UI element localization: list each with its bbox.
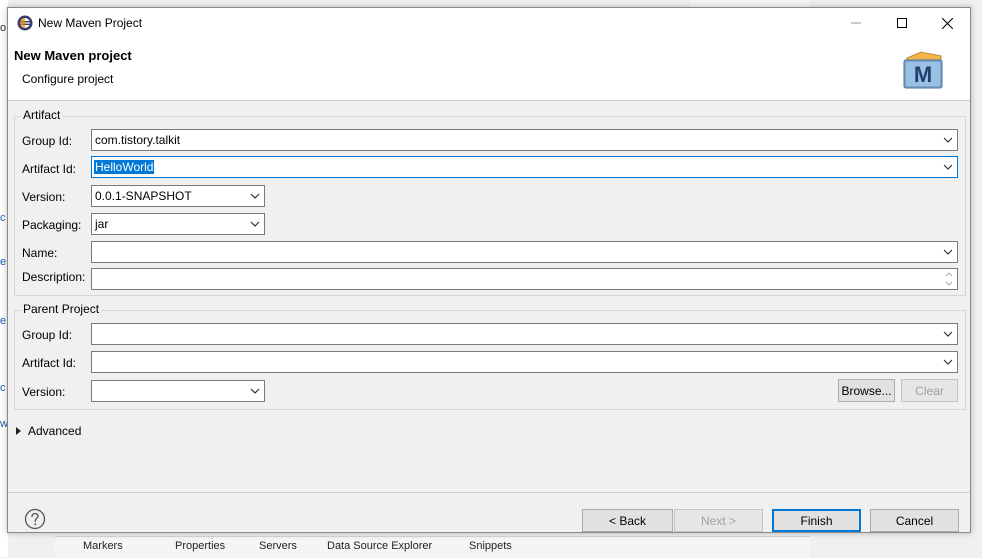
artifact-id-combo[interactable]: HelloWorld — [91, 156, 958, 178]
parent-group-id-combo[interactable] — [91, 323, 958, 345]
help-icon[interactable] — [24, 508, 46, 530]
chevron-down-icon — [943, 164, 953, 170]
advanced-expander[interactable]: Advanced — [16, 424, 81, 438]
background-link-fragment: e — [0, 256, 7, 268]
version-combo[interactable]: 0.0.1-SNAPSHOT — [91, 185, 265, 207]
new-maven-project-dialog: New Maven Project New Maven project Conf… — [7, 7, 971, 533]
close-button[interactable] — [924, 8, 970, 38]
artifact-group-id-value: com.tistory.talkit — [95, 133, 181, 147]
chevron-down-icon — [943, 249, 953, 255]
parent-artifact-id-combo[interactable] — [91, 351, 958, 373]
parent-artifact-id-label: Artifact Id: — [22, 356, 77, 370]
background-tab-markers: Markers — [83, 540, 123, 552]
packaging-label: Packaging: — [22, 218, 82, 232]
eclipse-icon — [17, 15, 33, 31]
background-tab-snippets: Snippets — [469, 540, 512, 552]
background-tab-data-source-explorer: Data Source Explorer — [327, 540, 433, 552]
background-link-fragment: e — [0, 315, 7, 327]
parent-version-label: Version: — [22, 385, 66, 399]
chevron-down-icon — [250, 388, 260, 394]
background-view-tabs: Markers Properties Servers Data Source E… — [55, 536, 810, 558]
finish-button[interactable]: Finish — [772, 509, 861, 532]
browse-button[interactable]: Browse... — [838, 379, 895, 402]
next-button[interactable]: Next > — [674, 509, 763, 532]
background-link-fragment: c — [0, 212, 6, 224]
artifact-group-id-label: Group Id: — [22, 134, 73, 148]
chevron-down-icon — [943, 137, 953, 143]
background-tab-servers: Servers — [259, 540, 297, 552]
background-link-fragment: c — [0, 382, 6, 394]
packaging-value: jar — [95, 217, 109, 231]
footer-separator — [8, 492, 970, 493]
clear-button[interactable]: Clear — [901, 379, 958, 402]
version-label: Version: — [22, 190, 66, 204]
scroll-arrows-icon[interactable] — [943, 270, 955, 288]
name-combo[interactable] — [91, 241, 958, 263]
packaging-combo[interactable]: jar — [91, 213, 265, 235]
wizard-heading: New Maven project — [14, 48, 132, 63]
artifact-id-label: Artifact Id: — [22, 162, 77, 176]
wizard-banner: New Maven project Configure project M — [8, 38, 970, 101]
chevron-down-icon — [250, 221, 260, 227]
expand-arrow-icon — [16, 427, 21, 435]
maximize-icon — [897, 18, 907, 28]
artifact-id-value: HelloWorld — [94, 160, 155, 174]
advanced-label: Advanced — [28, 424, 82, 438]
close-icon — [941, 17, 953, 29]
wizard-subtitle: Configure project — [22, 72, 114, 86]
cancel-button[interactable]: Cancel — [870, 509, 959, 532]
minimize-icon — [851, 22, 861, 24]
chevron-down-icon — [943, 359, 953, 365]
parent-group-id-label: Group Id: — [22, 328, 73, 342]
maven-logo-icon: M — [903, 51, 943, 89]
title-bar: New Maven Project — [8, 8, 970, 38]
maximize-button[interactable] — [879, 8, 925, 38]
parent-project-group-legend: Parent Project — [21, 302, 102, 316]
artifact-group-legend: Artifact — [21, 108, 63, 122]
svg-text:M: M — [914, 62, 932, 87]
back-button[interactable]: < Back — [582, 509, 673, 532]
artifact-group-id-combo[interactable]: com.tistory.talkit — [91, 129, 958, 151]
background-fragment: o — [0, 22, 7, 34]
description-textarea[interactable] — [91, 268, 958, 290]
version-value: 0.0.1-SNAPSHOT — [95, 189, 192, 203]
minimize-button[interactable] — [833, 8, 879, 38]
window-title: New Maven Project — [38, 16, 143, 30]
parent-version-combo[interactable] — [91, 380, 265, 402]
description-label: Description: — [22, 270, 86, 284]
background-tab-properties: Properties — [175, 540, 226, 552]
chevron-down-icon — [250, 193, 260, 199]
chevron-down-icon — [943, 331, 953, 337]
name-label: Name: — [22, 246, 58, 260]
